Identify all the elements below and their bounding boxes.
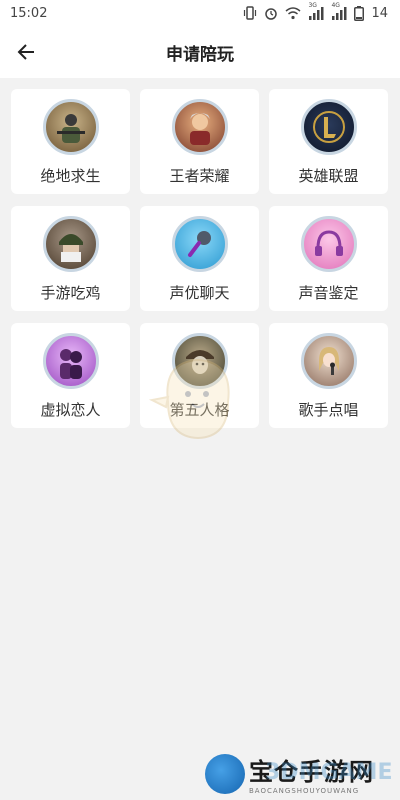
back-button[interactable] [10, 36, 42, 68]
category-label: 声音鉴定 [298, 284, 359, 302]
signal-4g-label: 4G [331, 1, 340, 9]
helmet-icon [42, 216, 99, 272]
category-card-pubg[interactable]: 绝地求生 [11, 89, 130, 194]
category-label: 歌手点唱 [298, 401, 359, 419]
category-card-voice-appraisal[interactable]: 声音鉴定 [269, 206, 388, 311]
status-icons: 3G 4G 14 [243, 2, 388, 21]
watermark-subtitle: BAOCANGSHOUYOUWANG [249, 787, 360, 795]
battery-icon [354, 5, 365, 21]
singer-icon [300, 333, 357, 389]
lol-logo-icon [300, 99, 357, 155]
category-label: 声优聊天 [169, 284, 230, 302]
header: 申请陪玩 [0, 26, 400, 78]
category-label: 绝地求生 [40, 167, 101, 185]
battery-level: 14 [371, 5, 388, 21]
category-card-league-of-legends[interactable]: 英雄联盟 [269, 89, 388, 194]
arrow-left-icon [17, 44, 34, 60]
couple-icon [42, 333, 99, 389]
category-card-mobile-pubg[interactable]: 手游吃鸡 [11, 206, 130, 311]
watermark-mascot [148, 352, 248, 446]
soldier-icon [42, 99, 99, 155]
category-label: 英雄联盟 [298, 167, 359, 185]
headphones-icon [300, 216, 357, 272]
category-card-singer-request[interactable]: 歌手点唱 [269, 323, 388, 428]
page-title: 申请陪玩 [166, 44, 234, 65]
category-label: 虚拟恋人 [40, 401, 101, 419]
signal-3g-icon: 3G [308, 2, 324, 20]
status-bar: 15:02 3G 4G 14 [0, 0, 400, 26]
hero-icon [171, 99, 228, 155]
status-time: 15:02 [10, 5, 48, 21]
vibrate-icon [243, 6, 257, 20]
watermark-site: 宝仓手游网 BAOCANGSHOUYOUWANG 3DMGAME [205, 752, 392, 795]
watermark-brand: 3DMGAME [265, 760, 393, 785]
site-logo-icon [205, 753, 245, 794]
alarm-icon [264, 6, 278, 20]
category-label: 手游吃鸡 [40, 284, 101, 302]
category-card-voice-chat[interactable]: 声优聊天 [140, 206, 259, 311]
category-label: 王者荣耀 [169, 167, 230, 185]
category-card-virtual-lover[interactable]: 虚拟恋人 [11, 323, 130, 428]
signal-3g-label: 3G [308, 1, 317, 9]
wifi-icon [285, 6, 301, 20]
signal-4g-icon: 4G [331, 2, 347, 20]
microphone-icon [171, 216, 228, 272]
category-card-honor-of-kings[interactable]: 王者荣耀 [140, 89, 259, 194]
